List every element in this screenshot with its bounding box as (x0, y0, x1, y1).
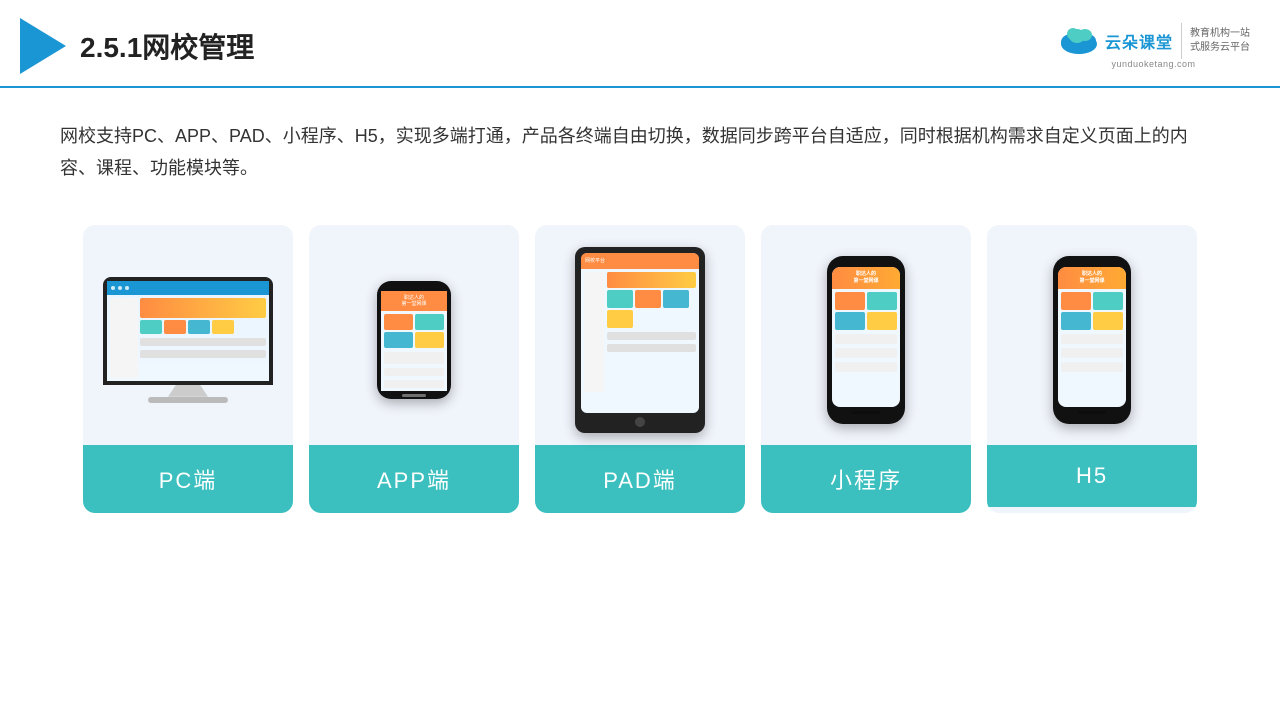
phone-app-icon: 职达人的第一堂网课 (377, 281, 451, 399)
cloud-icon (1057, 26, 1101, 56)
card-pc-label: PC端 (83, 445, 293, 513)
card-miniapp-image: 职达人的第一堂网课 (761, 225, 971, 445)
card-pad: 网校平台 (535, 225, 745, 513)
phone-miniapp-icon: 职达人的第一堂网课 (827, 256, 905, 424)
header-left: 2.5.1网校管理 (20, 18, 254, 74)
tablet-icon: 网校平台 (575, 247, 705, 433)
card-miniapp: 职达人的第一堂网课 (761, 225, 971, 513)
card-app: 职达人的第一堂网课 (309, 225, 519, 513)
card-h5: 职达人的第一堂网课 (987, 225, 1197, 513)
phone-h5-icon: 职达人的第一堂网课 (1053, 256, 1131, 424)
card-pc: PC端 (83, 225, 293, 513)
card-pc-image (83, 225, 293, 445)
brand-name-en: yunduoketang.com (1111, 59, 1195, 69)
brand-tagline-line2: 式服务云平台 (1190, 41, 1250, 55)
brand-tagline: 教育机构一站 式服务云平台 (1181, 23, 1250, 59)
cards-container: PC端 职达人的第一堂网课 (0, 205, 1280, 543)
monitor-icon (103, 277, 273, 403)
description-paragraph: 网校支持PC、APP、PAD、小程序、H5，实现多端打通，产品各终端自由切换，数… (60, 120, 1220, 185)
brand-name-cn: 云朵课堂 (1105, 29, 1173, 53)
card-app-label: APP端 (309, 445, 519, 513)
card-h5-image: 职达人的第一堂网课 (987, 225, 1197, 445)
card-app-image: 职达人的第一堂网课 (309, 225, 519, 445)
description-text: 网校支持PC、APP、PAD、小程序、H5，实现多端打通，产品各终端自由切换，数… (0, 88, 1280, 205)
brand-logo: 云朵课堂 教育机构一站 式服务云平台 yunduoketang.com (1057, 23, 1250, 69)
card-h5-label: H5 (987, 445, 1197, 507)
logo-triangle-icon (20, 18, 66, 74)
card-pad-label: PAD端 (535, 445, 745, 513)
page-title: 2.5.1网校管理 (80, 26, 254, 66)
brand-cloud: 云朵课堂 教育机构一站 式服务云平台 (1057, 23, 1250, 59)
card-pad-image: 网校平台 (535, 225, 745, 445)
header: 2.5.1网校管理 云朵课堂 教育机构一站 式服务云平台 y (0, 0, 1280, 88)
card-miniapp-label: 小程序 (761, 445, 971, 513)
header-right: 云朵课堂 教育机构一站 式服务云平台 yunduoketang.com (1057, 23, 1250, 69)
brand-tagline-line1: 教育机构一站 (1190, 27, 1250, 41)
